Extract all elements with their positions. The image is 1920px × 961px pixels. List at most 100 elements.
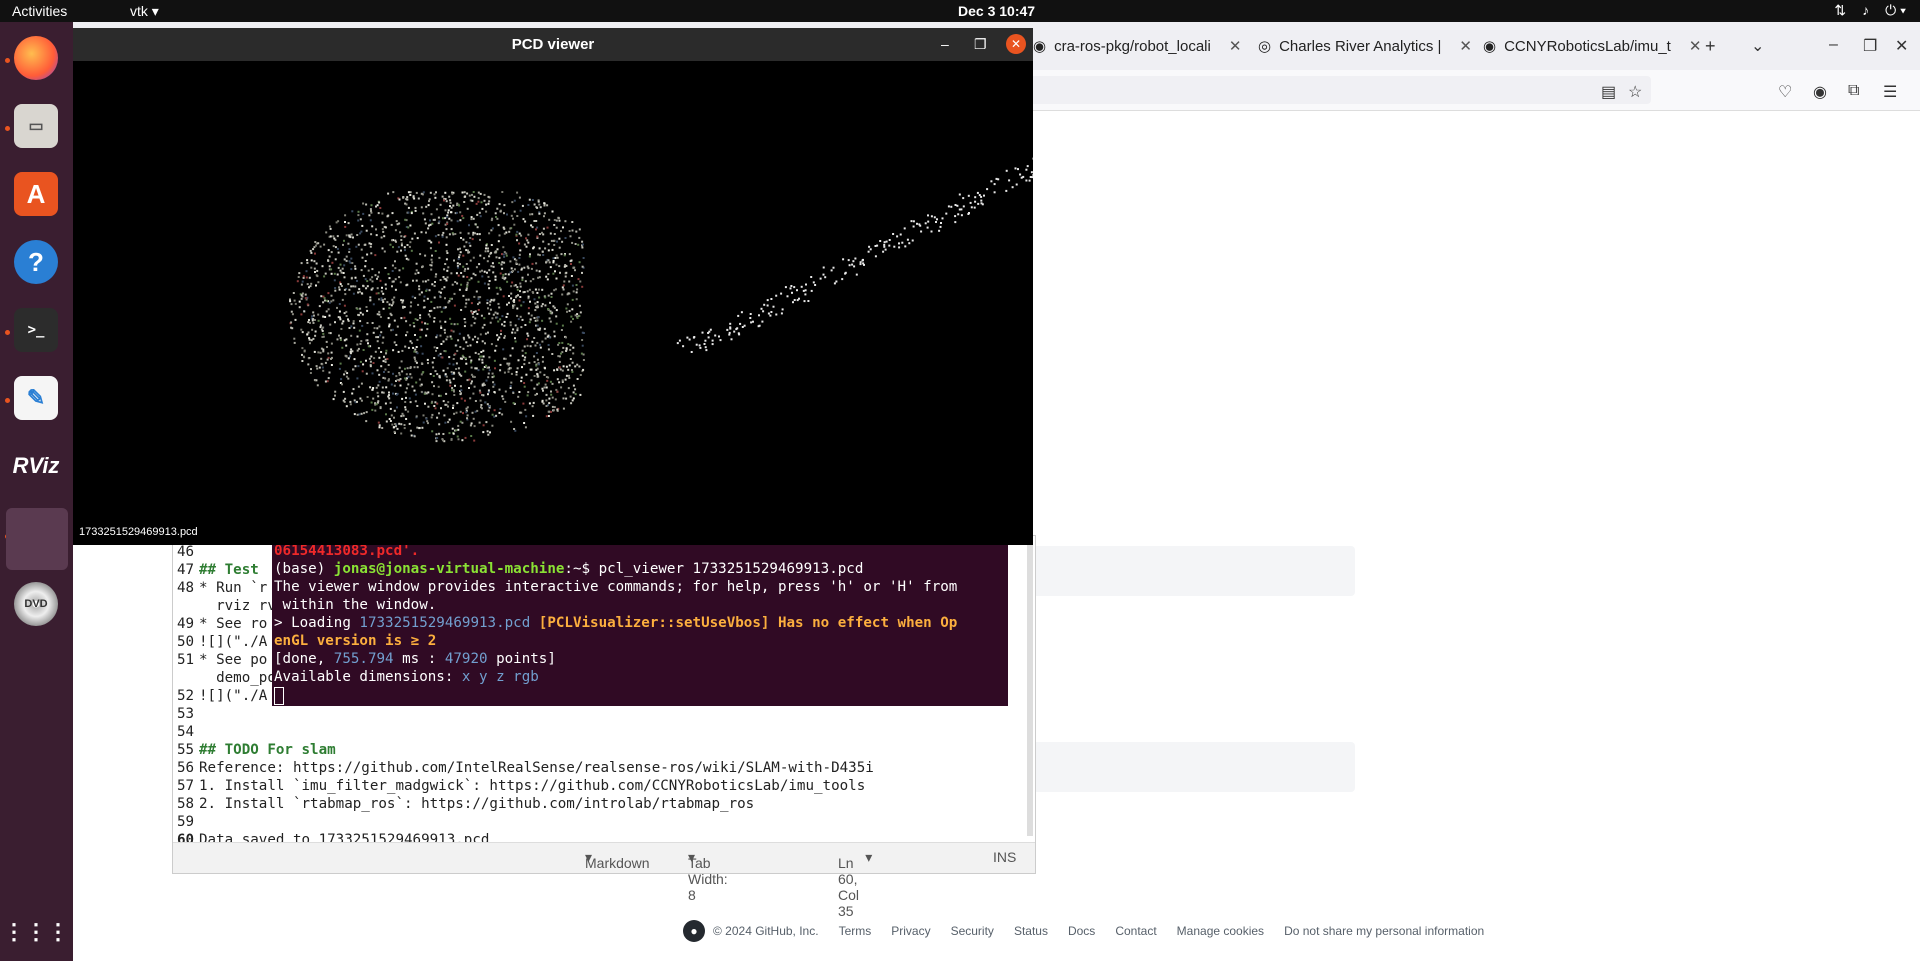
terminal-cursor [274, 687, 284, 705]
editor-line[interactable]: ## Test [199, 562, 259, 578]
software-center-icon[interactable]: A [14, 172, 58, 216]
load-time: 755.794 [333, 651, 394, 667]
close-tab-icon[interactable]: ✕ [1689, 37, 1702, 55]
bookmark-star-icon[interactable]: ☆ [1628, 82, 1642, 102]
line-number: 51 [177, 652, 195, 668]
terminal-line: The viewer window provides interactive c… [274, 579, 957, 595]
running-indicator [5, 398, 10, 403]
vtk-app-icon[interactable] [6, 508, 68, 570]
tab-label: cra-ros-pkg/robot_locali [1054, 37, 1211, 55]
footer-link-docs[interactable]: Docs [1068, 924, 1095, 938]
dimensions: x y z rgb [461, 669, 539, 685]
github-footer: ● © 2024 GitHub, Inc. Terms Privacy Secu… [683, 920, 1484, 942]
prompt-env: (base) [274, 561, 334, 577]
running-indicator [5, 126, 10, 131]
tab-imu-tools[interactable]: ◉ CCNYRoboticsLab/imu_t ✕ [1483, 34, 1701, 58]
editor-line[interactable]: * See ro [199, 616, 267, 632]
help-icon[interactable]: ? [14, 240, 58, 284]
editor-line[interactable]: * See po [199, 652, 267, 668]
footer-link-contact[interactable]: Contact [1115, 924, 1156, 938]
editor-line[interactable]: 1. Install `imu_filter_madgwick`: https:… [199, 778, 865, 794]
terminal-icon[interactable]: >_ [14, 308, 58, 352]
top-bar: Activities vtk ▾ Dec 3 10:47 ⇅ ♪ ⏻ ▾ [0, 0, 1920, 22]
prompt-user: jonas@jonas-virtual-machine [333, 561, 565, 577]
minimize-icon[interactable]: – [941, 36, 949, 52]
line-number: 53 [177, 706, 195, 722]
account-icon[interactable]: ◉ [1813, 82, 1827, 102]
tab-label: CCNYRoboticsLab/imu_t [1504, 37, 1671, 55]
footer-link-security[interactable]: Security [951, 924, 994, 938]
activities-button[interactable]: Activities [12, 3, 67, 19]
close-tab-icon[interactable]: ✕ [1459, 37, 1472, 55]
system-tray[interactable]: ⇅ ♪ ⏻ ▾ [1834, 2, 1906, 19]
pocket-icon[interactable]: ♡ [1778, 82, 1792, 102]
terminal-text: Available dimensions: [274, 669, 462, 685]
terminal-text: ms : [393, 651, 445, 667]
minimize-icon[interactable]: – [1829, 36, 1838, 54]
text-editor-icon[interactable]: ✎ [14, 376, 58, 420]
insert-mode: INS [993, 849, 1017, 865]
running-indicator [5, 58, 10, 63]
close-icon[interactable]: ✕ [1895, 36, 1908, 56]
github-logo-icon[interactable]: ● [683, 920, 705, 942]
tab-charles-river[interactable]: ◎ Charles River Analytics | ✕ [1258, 34, 1472, 58]
terminal-text: [done, [274, 651, 334, 667]
terminal-text: The viewer window provides interactive c… [274, 579, 958, 595]
editor-line[interactable]: 2. Install `rtabmap_ros`: https://github… [199, 796, 754, 812]
app-menu[interactable]: vtk ▾ [130, 3, 159, 20]
editor-line[interactable]: Reference: https://github.com/IntelRealS… [199, 760, 874, 776]
line-number: 59 [177, 814, 195, 830]
footer-link-do-not-share[interactable]: Do not share my personal information [1284, 924, 1484, 938]
rviz-icon[interactable]: RViz [12, 444, 60, 488]
pcd-viewer-window[interactable]: PCD viewer – ❐ ✕ 1733251529469913.pcd [73, 28, 1033, 545]
tab-list-icon[interactable]: ⌄ [1751, 36, 1764, 56]
line-number: 47 [177, 562, 195, 578]
firefox-icon[interactable] [14, 36, 58, 80]
clock[interactable]: Dec 3 10:47 [958, 3, 1035, 19]
line-number: 46 [177, 544, 195, 560]
language-label: Markdown [585, 855, 650, 871]
volume-icon[interactable]: ♪ [1862, 2, 1869, 19]
reader-mode-icon[interactable]: ▤ [1601, 82, 1616, 102]
editor-line[interactable]: * Run `r [199, 580, 267, 596]
point-cloud-canvas[interactable] [73, 61, 1033, 545]
files-icon[interactable]: ▭ [14, 104, 58, 148]
pcd-titlebar[interactable]: PCD viewer – ❐ ✕ [73, 28, 1033, 61]
maximize-icon[interactable]: ❐ [974, 36, 987, 53]
close-tab-icon[interactable]: ✕ [1229, 37, 1242, 55]
pcd-filename-label: 1733251529469913.pcd [79, 526, 198, 538]
editor-scrollbar[interactable] [1027, 536, 1033, 836]
editor-line[interactable]: ## TODO For slam [199, 742, 336, 758]
rviz-label: RViz [12, 453, 60, 478]
footer-link-status[interactable]: Status [1014, 924, 1048, 938]
show-apps-icon[interactable]: ⋮⋮⋮ [3, 910, 69, 954]
editor-line[interactable]: ![]("./A [199, 688, 267, 704]
line-number: 48 [177, 580, 195, 596]
footer-link-privacy[interactable]: Privacy [891, 924, 930, 938]
menu-icon[interactable]: ☰ [1883, 82, 1897, 102]
copyright: © 2024 GitHub, Inc. [713, 924, 819, 938]
network-icon[interactable]: ⇅ [1834, 2, 1846, 19]
extensions-icon[interactable]: ⧉ [1848, 82, 1859, 100]
tab-width-selector[interactable]: Tab Width: 8 ▾ [688, 849, 728, 903]
line-number: 56 [177, 760, 195, 776]
tab-robot-localization[interactable]: ◉ cra-ros-pkg/robot_locali ✕ [1033, 34, 1241, 58]
footer-link-manage-cookies[interactable]: Manage cookies [1177, 924, 1264, 938]
close-icon[interactable]: ✕ [1006, 34, 1026, 54]
terminal-line: > Loading 1733251529469913.pcd [PCLVisua… [274, 615, 957, 631]
footer-link-terms[interactable]: Terms [839, 924, 872, 938]
maximize-icon[interactable]: ❐ [1863, 36, 1877, 56]
cursor-position-selector[interactable]: Ln 60, Col 35 ▾ [838, 849, 872, 919]
editor-line[interactable]: ![]("./A [199, 634, 267, 650]
terminal-window[interactable]: 06154413083.pcd'. (base) jonas@jonas-vir… [272, 543, 1008, 706]
prompt-path: :~$ [564, 561, 599, 577]
power-icon[interactable]: ⏻ ▾ [1885, 2, 1906, 19]
line-number: 55 [177, 742, 195, 758]
dvd-icon[interactable]: DVD [14, 582, 58, 626]
github-icon: ◉ [1483, 38, 1497, 55]
terminal-line: [done, 755.794 ms : 47920 points] [274, 651, 556, 667]
terminal-cursor-line [274, 687, 284, 705]
new-tab-icon[interactable]: + [1705, 36, 1716, 57]
point-cloud [289, 157, 1033, 443]
language-selector[interactable]: Markdown ▾ [585, 849, 650, 871]
